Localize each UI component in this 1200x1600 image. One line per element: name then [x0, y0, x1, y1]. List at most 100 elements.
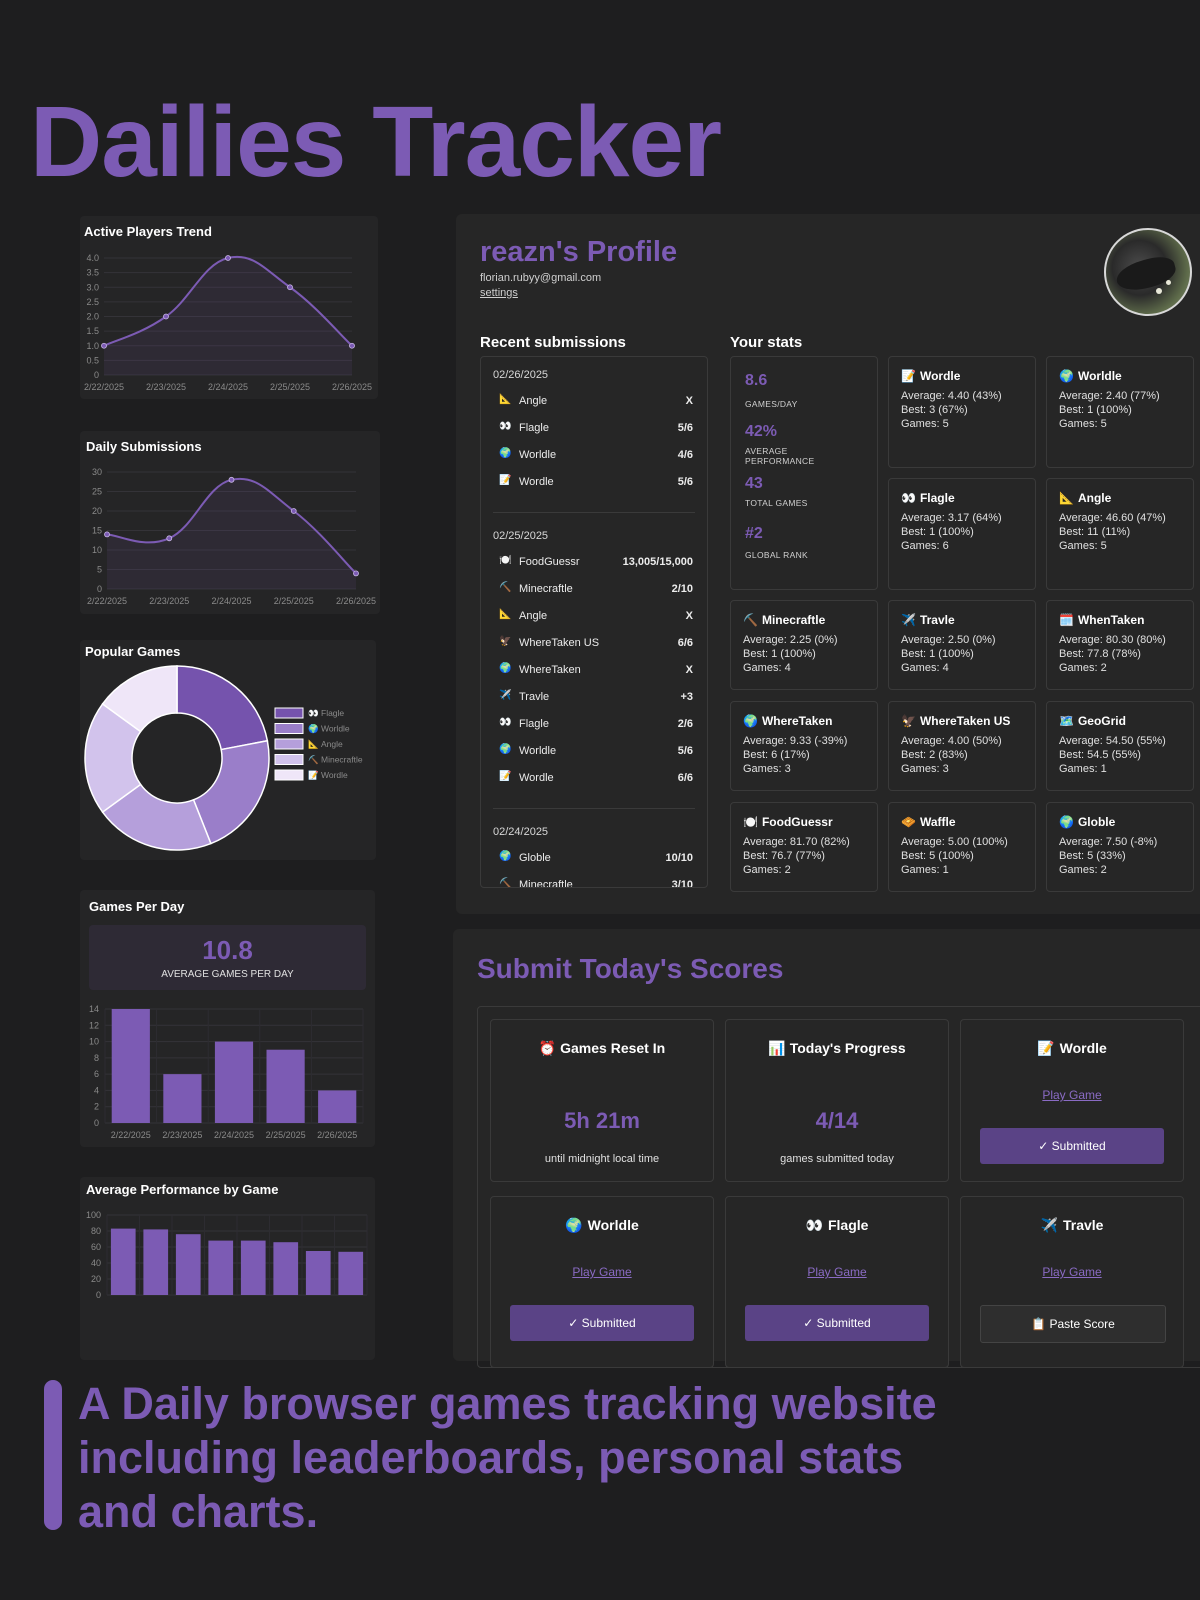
y-tick-label: 30 — [92, 467, 102, 477]
submission-row[interactable]: 📝 Wordle 5/6 — [493, 475, 693, 493]
game-stat-best: Best: 6 (17%) — [743, 749, 810, 761]
submission-row[interactable]: 🍽️ FoodGuessr 13,005/15,000 — [493, 555, 693, 573]
game-stat-card-minecraftle: ⛏️ Minecraftle Average: 2.25 (0%) Best: 1 (… — [730, 600, 878, 690]
paste-score-button[interactable]: 📋 Paste Score — [980, 1305, 1166, 1343]
y-tick-label: 0 — [94, 1118, 99, 1128]
progress-card: 📊 Today's Progress 4/14 games submitted … — [725, 1019, 949, 1182]
y-tick-label: 10 — [89, 1037, 99, 1047]
submission-game-name: Minecraftle — [519, 583, 573, 595]
y-tick-label: 12 — [89, 1020, 99, 1030]
submission-row[interactable]: 🌍 Worldle 5/6 — [493, 744, 693, 762]
y-tick-label: 6 — [94, 1069, 99, 1079]
y-tick-label: 2.0 — [86, 312, 99, 322]
x-tick-label: 2/22/2025 — [87, 596, 127, 606]
play-game-link[interactable]: Play Game — [961, 1088, 1183, 1102]
game-stat-average: Average: 81.70 (82%) — [743, 836, 850, 848]
submitted-button[interactable]: ✓ Submitted — [980, 1128, 1164, 1164]
settings-link[interactable]: settings — [480, 287, 518, 299]
submission-row[interactable]: ✈️ Travle +3 — [493, 690, 693, 708]
submission-row[interactable]: 🌍 WhereTaken X — [493, 663, 693, 681]
game-stat-average: Average: 5.00 (100%) — [901, 836, 1008, 848]
submission-score: 6/6 — [677, 637, 693, 649]
x-tick-label: 2/22/2025 — [84, 382, 124, 392]
bar-2-26-2025[interactable] — [318, 1090, 357, 1123]
submissions-list: 02/26/2025 📐 Angle X 👀 Flagle 5/6 🌍 Worldle 4/6 📝 W… — [480, 356, 708, 888]
popular-games-svg: 👀 Flagle🌍 Worldle📐 Angle⛏️ Minecraftle📝 Wordl… — [84, 665, 363, 851]
submission-row[interactable]: ⛏️ Minecraftle 3/10 — [493, 878, 693, 887]
game-stat-name: GeoGrid — [1077, 714, 1126, 728]
bar-foodguessr[interactable] — [143, 1229, 169, 1295]
caption-accent-bar — [44, 1380, 62, 1530]
bar-worldle[interactable] — [175, 1234, 201, 1295]
x-tick-label: 2/23/2025 — [146, 382, 186, 392]
bar-2-23-2025[interactable] — [163, 1074, 202, 1123]
alarm-clock-icon: ⏰ — [538, 1040, 557, 1056]
submission-row[interactable]: 📝 Wordle 6/6 — [493, 771, 693, 789]
x-tick-label: 2/24/2025 — [208, 382, 248, 392]
x-tick-label: 2/23/2025 — [149, 596, 189, 606]
game-stat-name: Angle — [1077, 491, 1112, 505]
data-point[interactable] — [287, 284, 293, 291]
game-stat-card-angle: 📐 Angle Average: 46.60 (47%) Best: 11 (11%)… — [1046, 478, 1194, 590]
submission-row[interactable]: ⛏️ Minecraftle 2/10 — [493, 582, 693, 600]
submission-row[interactable]: 👀 Flagle 2/6 — [493, 717, 693, 735]
y-tick-label: 4.0 — [86, 253, 99, 263]
popular-games-chart: Popular Games 👀 Flagle 🌍 Worldle 📐 Angle ⛏️ Min… — [80, 640, 376, 860]
bar-flagle[interactable] — [273, 1242, 299, 1295]
submitted-button[interactable]: ✓ Submitted — [745, 1305, 929, 1341]
summary-value: #2 — [745, 525, 763, 542]
data-point[interactable] — [101, 342, 107, 349]
submission-row[interactable]: 🌍 Globle 10/10 — [493, 851, 693, 869]
submitted-button[interactable]: ✓ Submitted — [510, 1305, 694, 1341]
data-point[interactable] — [225, 255, 231, 261]
pie-slice-flagle[interactable] — [176, 665, 269, 751]
bar-minecraftle[interactable] — [208, 1240, 234, 1295]
bar-whentaken[interactable] — [240, 1240, 266, 1295]
submit-game-name: Wordle — [1059, 1040, 1107, 1056]
play-game-link[interactable]: Play Game — [961, 1265, 1183, 1279]
submission-score: +3 — [680, 691, 693, 703]
data-point[interactable] — [290, 508, 297, 514]
submission-row[interactable]: 👀 Flagle 5/6 — [493, 421, 693, 439]
bar-wheretaken-us[interactable] — [305, 1251, 331, 1295]
game-stat-games: Games: 2 — [1059, 662, 1107, 674]
bar-travle[interactable] — [110, 1228, 136, 1295]
daily-submissions-svg: 30 25 20 15 10 5 0 2/22/2025 2/23/2025 2/24/2025 2… — [87, 467, 376, 606]
y-tick-label: 0.5 — [86, 355, 99, 365]
caption-text: A Daily browser games tracking website i… — [78, 1378, 937, 1537]
data-point[interactable] — [349, 342, 355, 349]
submit-card-travle: ✈️ Travle Play Game 📋 Paste Score — [960, 1196, 1184, 1368]
y-tick-label: 20 — [91, 1274, 101, 1284]
play-game-link[interactable]: Play Game — [491, 1265, 713, 1279]
data-point[interactable] — [353, 570, 359, 577]
game-stat-average: Average: 9.33 (-39%) — [743, 735, 848, 747]
progress-title: Today's Progress — [789, 1040, 906, 1056]
game-stat-average: Average: 2.25 (0%) — [743, 634, 838, 646]
data-point[interactable] — [166, 535, 173, 542]
data-point[interactable] — [104, 531, 110, 538]
submit-game-name: Worldle — [587, 1217, 639, 1233]
reset-title: Games Reset In — [560, 1040, 666, 1056]
travle-icon: ✈️ — [499, 690, 512, 701]
submission-row[interactable]: 📐 Angle X — [493, 609, 693, 627]
game-stat-best: Best: 3 (67%) — [901, 404, 968, 416]
reset-countdown: 5h 21m — [564, 1108, 640, 1133]
avatar[interactable] — [1104, 228, 1192, 316]
game-stat-average: Average: 54.50 (55%) — [1059, 735, 1166, 747]
bar-geogrid[interactable] — [338, 1251, 364, 1295]
game-stat-games: Games: 5 — [1059, 540, 1107, 552]
submission-row[interactable]: 📐 Angle X — [493, 394, 693, 412]
submission-row[interactable]: 🌍 Worldle 4/6 — [493, 448, 693, 466]
submission-row[interactable]: 🦅 WhereTaken US 6/6 — [493, 636, 693, 654]
minecraftle-icon: ⛏️ — [743, 613, 758, 627]
submission-game-name: Worldle — [519, 449, 557, 461]
data-point[interactable] — [228, 476, 235, 483]
data-point[interactable] — [163, 313, 169, 320]
bar-2-24-2025[interactable] — [214, 1041, 254, 1123]
game-stat-name: WhereTaken US — [919, 714, 1011, 728]
play-game-link[interactable]: Play Game — [726, 1265, 948, 1279]
game-stat-best: Best: 2 (83%) — [901, 749, 968, 761]
bar-2-25-2025[interactable] — [266, 1049, 305, 1123]
game-stat-best: Best: 76.7 (77%) — [743, 850, 825, 862]
bar-2-22-2025[interactable] — [111, 1009, 150, 1123]
